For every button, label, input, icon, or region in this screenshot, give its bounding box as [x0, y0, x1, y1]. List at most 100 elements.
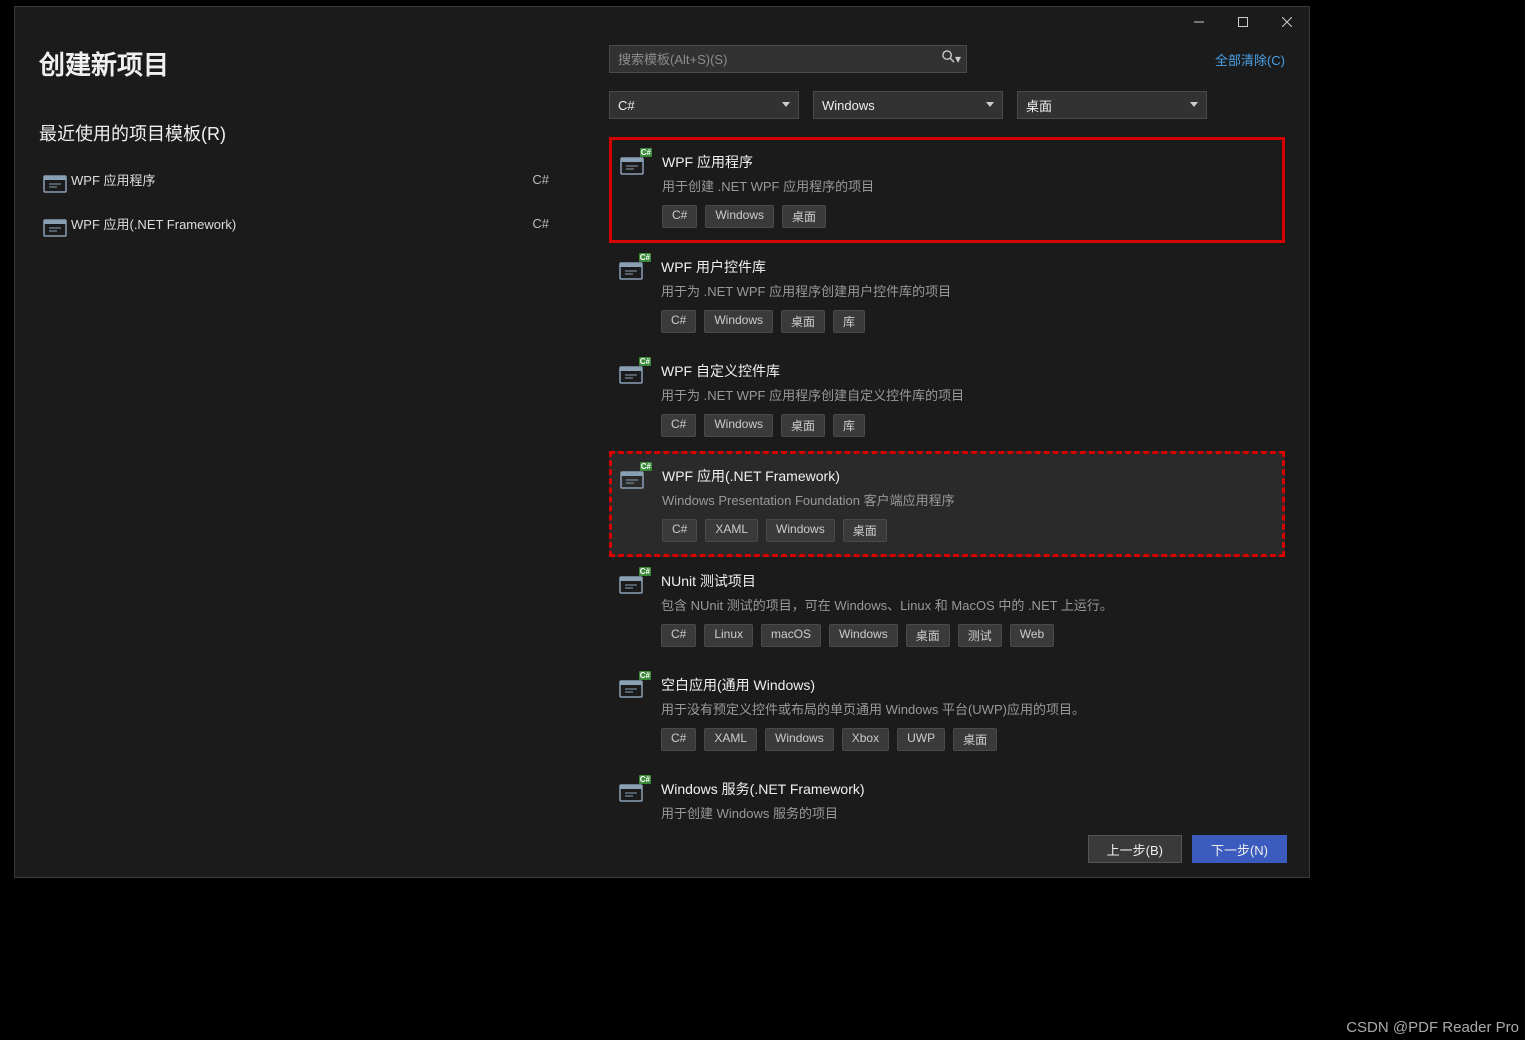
template-tag: Linux	[704, 624, 753, 647]
template-tag: Web	[1010, 624, 1054, 647]
template-tag: 库	[833, 310, 865, 333]
template-tag: 桌面	[843, 519, 887, 542]
close-button[interactable]	[1265, 7, 1309, 37]
template-tag: 桌面	[906, 624, 950, 647]
footer: 上一步(B) 下一步(N)	[15, 821, 1309, 877]
template-tags: C#LinuxmacOSWindows桌面测试Web	[661, 624, 1273, 647]
recent-item-label: WPF 应用程序	[71, 170, 526, 189]
template-tag: C#	[662, 519, 697, 542]
template-tags: C# XAML Windows 桌面	[662, 519, 1272, 542]
template-tag: macOS	[761, 624, 821, 647]
template-icon: C#	[619, 573, 649, 599]
template-tag: Windows	[765, 728, 834, 751]
template-body: NUnit 测试项目包含 NUnit 测试的项目，可在 Windows、Linu…	[661, 571, 1273, 647]
template-tags: C# Windows 桌面	[662, 205, 1272, 228]
template-desc: 用于创建 .NET WPF 应用程序的项目	[662, 176, 1272, 195]
template-tag: C#	[661, 624, 696, 647]
template-item[interactable]: C# WPF 用户控件库用于为 .NET WPF 应用程序创建用户控件库的项目 C#…	[609, 243, 1285, 347]
search-container: ▾	[609, 45, 967, 73]
template-item[interactable]: C# Windows 服务(.NET Framework) 用于创建 Windows…	[609, 765, 1285, 821]
recent-item[interactable]: WPF 应用(.NET Framework)C#	[39, 208, 559, 238]
csharp-badge-icon: C#	[639, 567, 651, 576]
template-title: Windows 服务(.NET Framework)	[661, 779, 1273, 799]
template-icon: C#	[619, 259, 649, 285]
csharp-badge-icon: C#	[640, 148, 652, 157]
back-button[interactable]: 上一步(B)	[1088, 835, 1182, 863]
filter-language[interactable]: C#	[609, 91, 799, 119]
template-tag: 桌面	[781, 414, 825, 437]
filter-type[interactable]: 桌面	[1017, 91, 1207, 119]
search-input[interactable]	[609, 45, 967, 73]
template-body: WPF 应用(.NET Framework)Windows Presentati…	[662, 466, 1272, 542]
template-tag: C#	[661, 414, 696, 437]
chevron-down-icon	[1190, 102, 1198, 107]
create-project-dialog: 创建新项目 最近使用的项目模板(R) WPF 应用程序C#WPF 应用(.NET…	[14, 6, 1310, 878]
filter-type-value: 桌面	[1026, 96, 1052, 115]
template-item[interactable]: C# 空白应用(通用 Windows) 用于没有预定义控件或布局的单页通用 Wind…	[609, 661, 1285, 765]
template-tag: Windows	[766, 519, 835, 542]
template-item[interactable]: C#WPF 自定义控件库用于为 .NET WPF 应用程序创建自定义控件库的项目…	[609, 347, 1285, 451]
template-desc: 用于没有预定义控件或布局的单页通用 Windows 平台(UWP)应用的项目。	[661, 699, 1273, 718]
csharp-badge-icon: C#	[639, 775, 651, 784]
csharp-badge-icon: C#	[639, 253, 651, 262]
template-tag: Xbox	[842, 728, 889, 751]
template-tag: XAML	[705, 519, 758, 542]
watermark: CSDN @PDF Reader Pro	[1346, 1019, 1519, 1036]
template-item[interactable]: C#WPF 应用(.NET Framework)Windows Presenta…	[609, 451, 1285, 557]
template-item[interactable]: C# WPF 应用程序用于创建 .NET WPF 应用程序的项目 C# Windows…	[609, 137, 1285, 243]
template-tag: Windows	[829, 624, 898, 647]
template-title: 空白应用(通用 Windows)	[661, 675, 1273, 695]
maximize-button[interactable]	[1221, 7, 1265, 37]
template-desc: 包含 NUnit 测试的项目，可在 Windows、Linux 和 MacOS …	[661, 595, 1273, 614]
right-pane: ▾ 全部清除(C) C# Windows 桌面 C# WPF 应用程序用于创建 .…	[609, 45, 1285, 821]
template-tag: Windows	[705, 205, 774, 228]
recent-list: WPF 应用程序C#WPF 应用(.NET Framework)C#	[39, 164, 559, 238]
template-tag: C#	[662, 205, 697, 228]
template-item[interactable]: C#NUnit 测试项目包含 NUnit 测试的项目，可在 Windows、Li…	[609, 557, 1285, 661]
recent-item-badge: C#	[526, 170, 555, 189]
template-tags: C# Windows 桌面库	[661, 310, 1273, 333]
clear-all-link[interactable]: 全部清除(C)	[1215, 50, 1285, 69]
chevron-down-icon	[986, 102, 994, 107]
template-title: WPF 应用程序	[662, 152, 1272, 172]
template-tag: 库	[833, 414, 865, 437]
template-icon: C#	[619, 781, 649, 807]
template-desc: 用于创建 Windows 服务的项目	[661, 803, 1273, 821]
csharp-badge-icon: C#	[640, 462, 652, 471]
titlebar	[15, 7, 1309, 37]
search-icon[interactable]: ▾	[942, 50, 961, 66]
template-tag: 桌面	[953, 728, 997, 751]
left-pane: 创建新项目 最近使用的项目模板(R) WPF 应用程序C#WPF 应用(.NET…	[39, 45, 559, 821]
template-body: 空白应用(通用 Windows) 用于没有预定义控件或布局的单页通用 Window…	[661, 675, 1273, 751]
template-tag: 桌面	[781, 310, 825, 333]
recent-item-badge: C#	[526, 214, 555, 233]
csharp-badge-icon: C#	[639, 357, 651, 366]
recent-item[interactable]: WPF 应用程序C#	[39, 164, 559, 194]
template-desc: 用于为 .NET WPF 应用程序创建用户控件库的项目	[661, 281, 1273, 300]
template-icon: C#	[620, 468, 650, 494]
template-tag: C#	[661, 728, 696, 751]
minimize-button[interactable]	[1177, 7, 1221, 37]
template-title: NUnit 测试项目	[661, 571, 1273, 591]
recent-item-label: WPF 应用(.NET Framework)	[71, 214, 526, 233]
template-tag: 桌面	[782, 205, 826, 228]
dialog-title: 创建新项目	[39, 45, 559, 82]
template-tag: Windows	[704, 414, 773, 437]
template-tags: C# Windows 桌面库	[661, 414, 1273, 437]
filter-platform[interactable]: Windows	[813, 91, 1003, 119]
template-icon: C#	[619, 363, 649, 389]
template-icon: C#	[619, 677, 649, 703]
csharp-badge-icon: C#	[639, 671, 651, 680]
template-icon	[43, 216, 61, 230]
template-title: WPF 自定义控件库	[661, 361, 1273, 381]
template-tag: C#	[661, 310, 696, 333]
template-desc: 用于为 .NET WPF 应用程序创建自定义控件库的项目	[661, 385, 1273, 404]
next-button[interactable]: 下一步(N)	[1192, 835, 1287, 863]
template-desc: Windows Presentation Foundation 客户端应用程序	[662, 490, 1272, 509]
template-tag: Windows	[704, 310, 773, 333]
chevron-down-icon	[782, 102, 790, 107]
template-icon: C#	[620, 154, 650, 180]
template-body: WPF 自定义控件库用于为 .NET WPF 应用程序创建自定义控件库的项目 C#…	[661, 361, 1273, 437]
template-title: WPF 用户控件库	[661, 257, 1273, 277]
template-tags: C#XAMLWindowsXboxUWP桌面	[661, 728, 1273, 751]
